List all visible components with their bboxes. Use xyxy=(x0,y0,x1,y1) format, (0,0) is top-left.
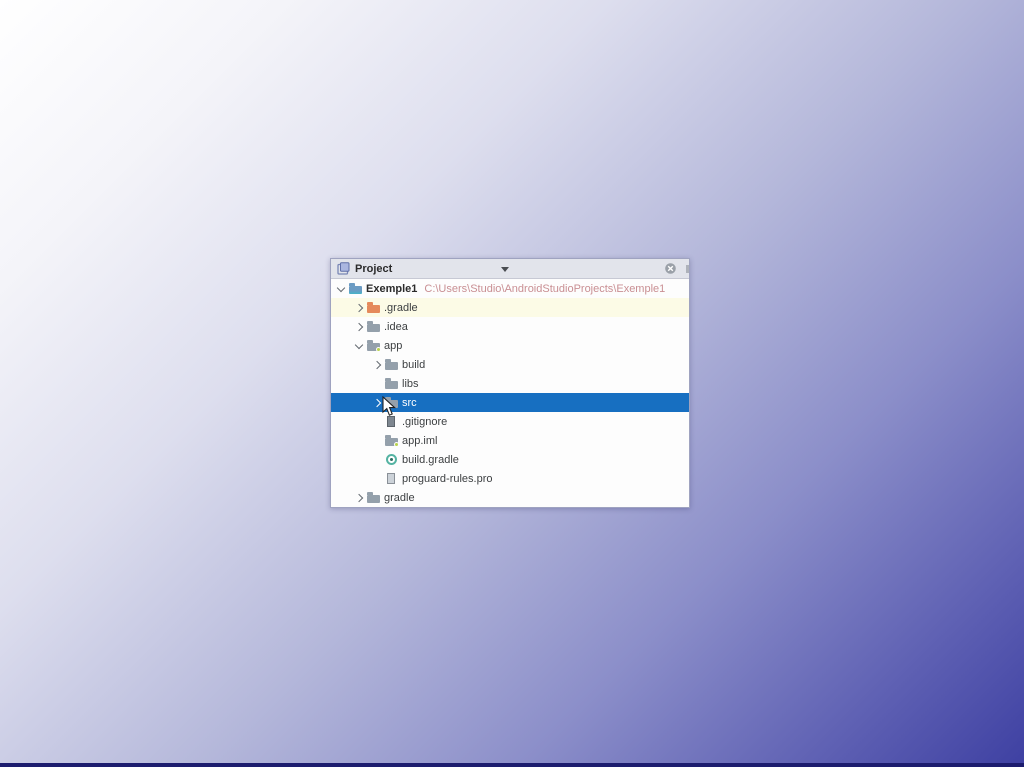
chevron-down-icon[interactable] xyxy=(501,267,509,272)
panel-title: Project xyxy=(355,262,393,275)
tree-row-label: gradle xyxy=(384,491,415,504)
tree-row-label: app.iml xyxy=(402,434,438,447)
tree-row-gradle[interactable]: gradle xyxy=(331,488,689,507)
project-panel-header[interactable]: Project xyxy=(331,259,689,279)
tree-row-gitignore[interactable]: .gitignore xyxy=(331,412,689,431)
module-file-icon xyxy=(384,431,400,450)
file-icon xyxy=(384,469,400,488)
tree-row-app[interactable]: app xyxy=(331,336,689,355)
folder-icon xyxy=(366,298,382,317)
tree-row-label: .gradle xyxy=(384,301,418,314)
tree-row-src-selected[interactable]: src xyxy=(331,393,689,412)
project-folder-icon xyxy=(348,279,364,298)
chevron-expanded-icon[interactable] xyxy=(352,336,366,355)
tree-row-dot-idea[interactable]: .idea xyxy=(331,317,689,336)
tree-row-build-gradle[interactable]: build.gradle xyxy=(331,450,689,469)
gradle-file-icon xyxy=(384,450,400,469)
module-folder-icon xyxy=(366,336,382,355)
folder-icon xyxy=(366,317,382,336)
folder-icon xyxy=(384,393,400,412)
tree-row-label: src xyxy=(402,396,417,409)
chevron-collapsed-icon[interactable] xyxy=(352,317,366,336)
tree-row-exemple1[interactable]: Exemple1 C:\Users\Studio\AndroidStudioPr… xyxy=(331,279,689,298)
project-tree: Exemple1 C:\Users\Studio\AndroidStudioPr… xyxy=(331,279,689,507)
clipped-icon xyxy=(686,265,689,273)
tree-row-libs[interactable]: libs xyxy=(331,374,689,393)
folder-icon xyxy=(384,355,400,374)
tree-row-label: Exemple1 xyxy=(366,282,418,295)
chevron-collapsed-icon[interactable] xyxy=(370,355,384,374)
chevron-expanded-icon[interactable] xyxy=(334,279,348,298)
tree-row-label: app xyxy=(384,339,403,352)
folder-icon xyxy=(366,488,382,507)
tree-row-label: .gitignore xyxy=(402,415,448,428)
folder-icon xyxy=(384,374,400,393)
tree-row-label: build xyxy=(402,358,426,371)
project-tool-window-icon xyxy=(337,262,350,275)
tree-row-proguard-rules[interactable]: proguard-rules.pro xyxy=(331,469,689,488)
chevron-collapsed-icon[interactable] xyxy=(352,488,366,507)
tree-row-label: proguard-rules.pro xyxy=(402,472,493,485)
tree-row-label: build.gradle xyxy=(402,453,459,466)
bottom-edge-strip xyxy=(0,763,1024,767)
project-tool-window: Project Exemple1 C:\Users\Studio\Android… xyxy=(330,258,690,508)
hide-panel-icon[interactable] xyxy=(664,262,677,275)
project-path-text: C:\Users\Studio\AndroidStudioProjects\Ex… xyxy=(424,282,666,295)
tree-row-dot-gradle[interactable]: .gradle xyxy=(331,298,689,317)
tree-row-build[interactable]: build xyxy=(331,355,689,374)
tree-row-app-iml[interactable]: app.iml xyxy=(331,431,689,450)
gitignore-file-icon xyxy=(384,412,400,431)
chevron-collapsed-icon[interactable] xyxy=(352,298,366,317)
chevron-collapsed-icon[interactable] xyxy=(370,393,384,412)
tree-row-label: .idea xyxy=(384,320,408,333)
tree-row-label: libs xyxy=(402,377,419,390)
